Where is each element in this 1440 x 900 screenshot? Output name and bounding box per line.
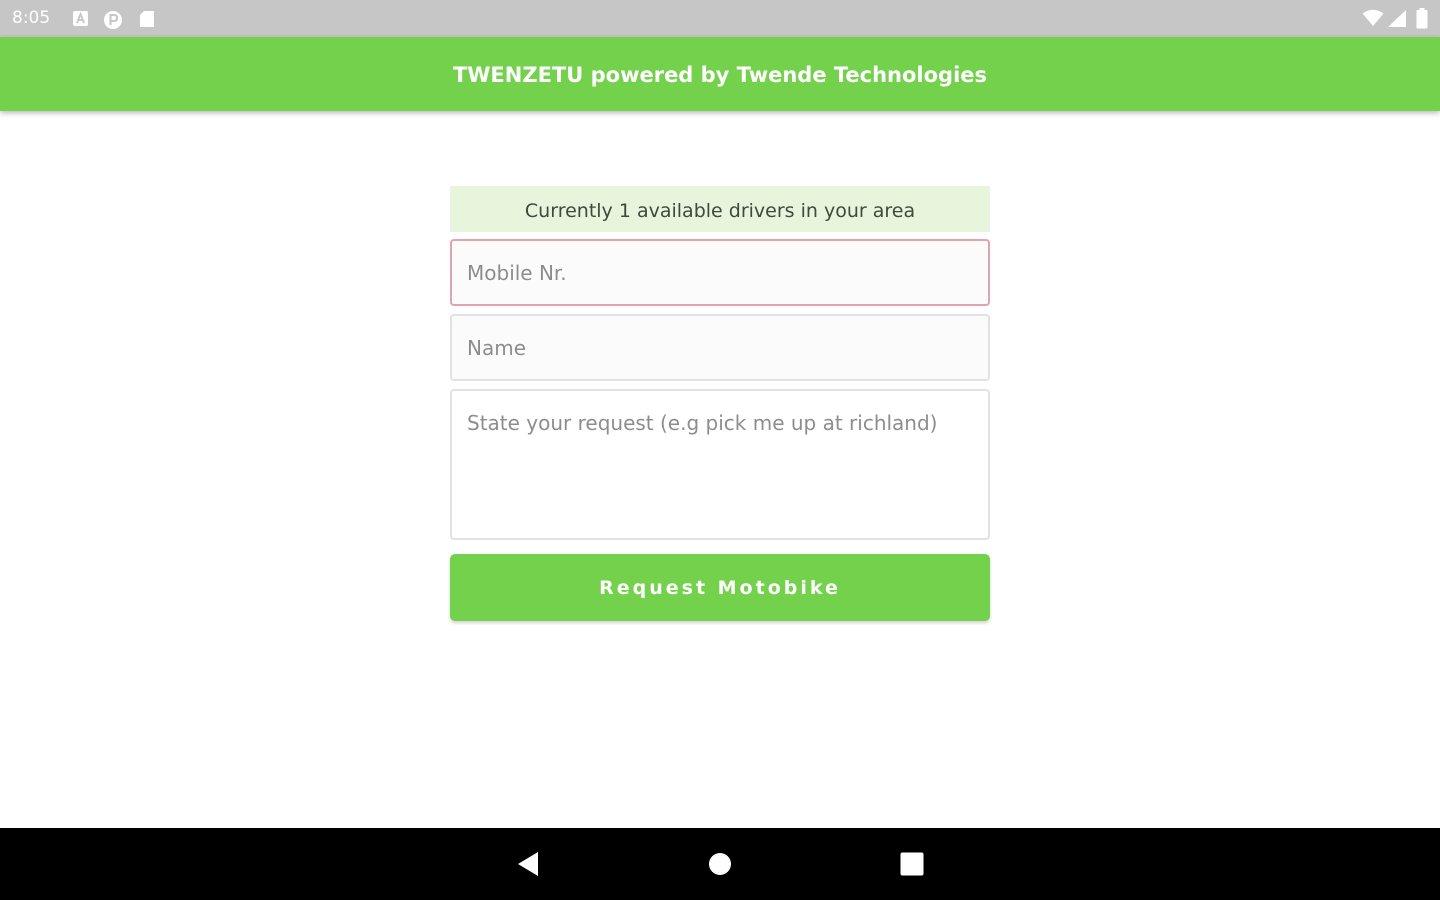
home-icon[interactable]	[700, 846, 740, 882]
name-input[interactable]	[450, 314, 990, 381]
status-time: 8:05	[12, 8, 51, 28]
app-title: TWENZETU powered by Twende Technologies	[452, 63, 988, 87]
signal-icon	[1387, 9, 1407, 32]
notification-a-icon	[72, 10, 89, 31]
app-screen: 8:05 TWENZETU powered by Twende Technolo…	[0, 0, 1440, 900]
navigation-bar	[0, 828, 1440, 900]
request-motobike-button[interactable]: Request Motobike	[450, 554, 990, 621]
mobile-number-input[interactable]	[450, 239, 990, 306]
available-drivers-notice: Currently 1 available drivers in your ar…	[450, 186, 990, 232]
back-icon[interactable]	[508, 846, 548, 882]
recents-icon[interactable]	[892, 846, 932, 882]
battery-icon	[1416, 8, 1428, 33]
notification-p-icon	[103, 10, 123, 34]
app-bar: TWENZETU powered by Twende Technologies	[0, 37, 1440, 111]
wifi-icon	[1362, 9, 1384, 31]
status-bar: 8:05	[0, 0, 1440, 37]
request-details-textarea[interactable]	[450, 389, 990, 540]
sd-card-icon	[139, 10, 155, 32]
